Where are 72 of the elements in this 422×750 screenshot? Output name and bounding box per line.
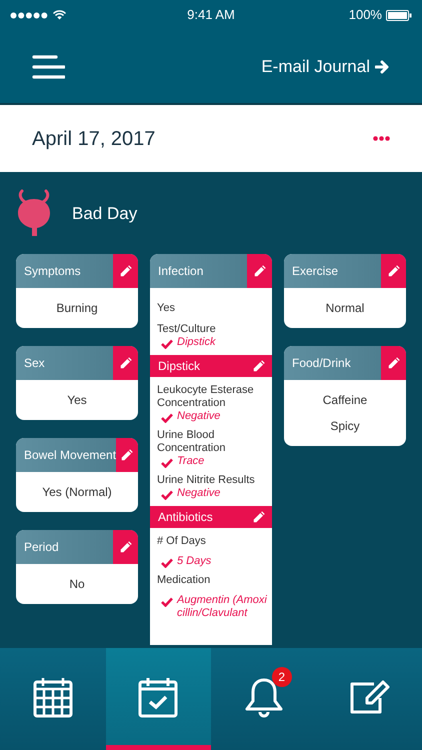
edit-button[interactable] — [252, 358, 266, 372]
section-title: Antibiotics — [158, 508, 213, 526]
edit-button[interactable] — [113, 346, 138, 380]
calendar-check-icon — [138, 676, 178, 718]
pencil-icon — [252, 264, 266, 278]
pencil-icon — [386, 264, 400, 278]
answer-value: Negative — [177, 486, 220, 500]
section-title: Dipstick — [158, 358, 200, 374]
check-icon — [161, 558, 173, 568]
pencil-icon — [252, 510, 266, 524]
signal-icon — [10, 12, 48, 18]
card-value: Caffeine — [322, 392, 368, 409]
more-button[interactable] — [373, 136, 390, 141]
menu-button[interactable] — [32, 54, 65, 78]
question-label: # Of Days — [157, 534, 207, 548]
menu-icon — [32, 54, 65, 78]
battery-icon — [386, 10, 412, 20]
answer-value: 5 Days — [177, 554, 212, 568]
pencil-icon — [252, 358, 266, 372]
check-icon — [161, 458, 173, 468]
edit-button[interactable] — [113, 530, 138, 564]
answer-value: Augmentin (Amoxicillin/Clavulant — [177, 594, 268, 620]
card-value: No — [69, 576, 85, 593]
check-icon — [161, 596, 173, 606]
edit-button[interactable] — [252, 510, 266, 524]
check-icon — [161, 412, 173, 422]
question-label: Test/Culture — [157, 322, 217, 336]
card-value: Spicy — [330, 418, 360, 435]
card-value: Normal — [326, 300, 364, 317]
question-label: Urine Nitrite Results — [157, 474, 256, 486]
card-value: Yes — [67, 392, 87, 409]
email-journal-button[interactable]: E-mail Journal — [261, 54, 390, 80]
card-title: Exercise — [291, 263, 340, 280]
pencil-icon — [118, 540, 132, 554]
check-icon — [161, 338, 173, 348]
mood-label: Bad Day — [72, 203, 138, 226]
pencil-icon — [386, 356, 400, 370]
answer-value: Dipstick — [177, 336, 216, 348]
card-title: Symptoms — [23, 263, 82, 280]
check-icon — [161, 490, 173, 500]
calendar-icon — [32, 676, 73, 718]
bladder-icon — [16, 189, 52, 239]
card-title: Food/Drink — [291, 355, 352, 372]
answer-value: Negative — [177, 410, 220, 422]
card-value: Burning — [56, 300, 98, 317]
more-icon — [373, 136, 390, 141]
card-title: Infection — [157, 263, 204, 280]
battery-percent: 100% — [348, 6, 382, 24]
card-value: Yes (Normal) — [42, 484, 112, 501]
wifi-icon — [53, 10, 66, 20]
pencil-icon — [120, 448, 134, 462]
edit-button[interactable] — [381, 254, 406, 288]
edit-button[interactable] — [116, 438, 138, 472]
question-label: Leukocyte Esterase Concentration — [157, 384, 255, 410]
pencil-icon — [118, 356, 132, 370]
card-title: Period — [23, 539, 60, 556]
status-time: 9:41 AM — [187, 6, 235, 24]
card-title: Sex — [23, 355, 46, 372]
edit-button[interactable] — [113, 254, 138, 288]
answer-text: Yes — [157, 301, 176, 316]
question-label: Medication — [157, 574, 212, 586]
journal-date: April 17, 2017 — [32, 126, 156, 152]
arrow-right-icon — [375, 60, 390, 74]
edit-button[interactable] — [381, 346, 406, 380]
card-title: Bowel Movement — [23, 447, 116, 464]
edit-icon — [348, 680, 390, 714]
notification-badge: 2 — [272, 666, 292, 686]
edit-button[interactable] — [247, 254, 272, 288]
pencil-icon — [118, 264, 132, 278]
tab-button[interactable] — [106, 648, 211, 750]
answer-value: Trace — [177, 454, 204, 468]
question-label: Urine Blood Concentration — [157, 428, 226, 454]
